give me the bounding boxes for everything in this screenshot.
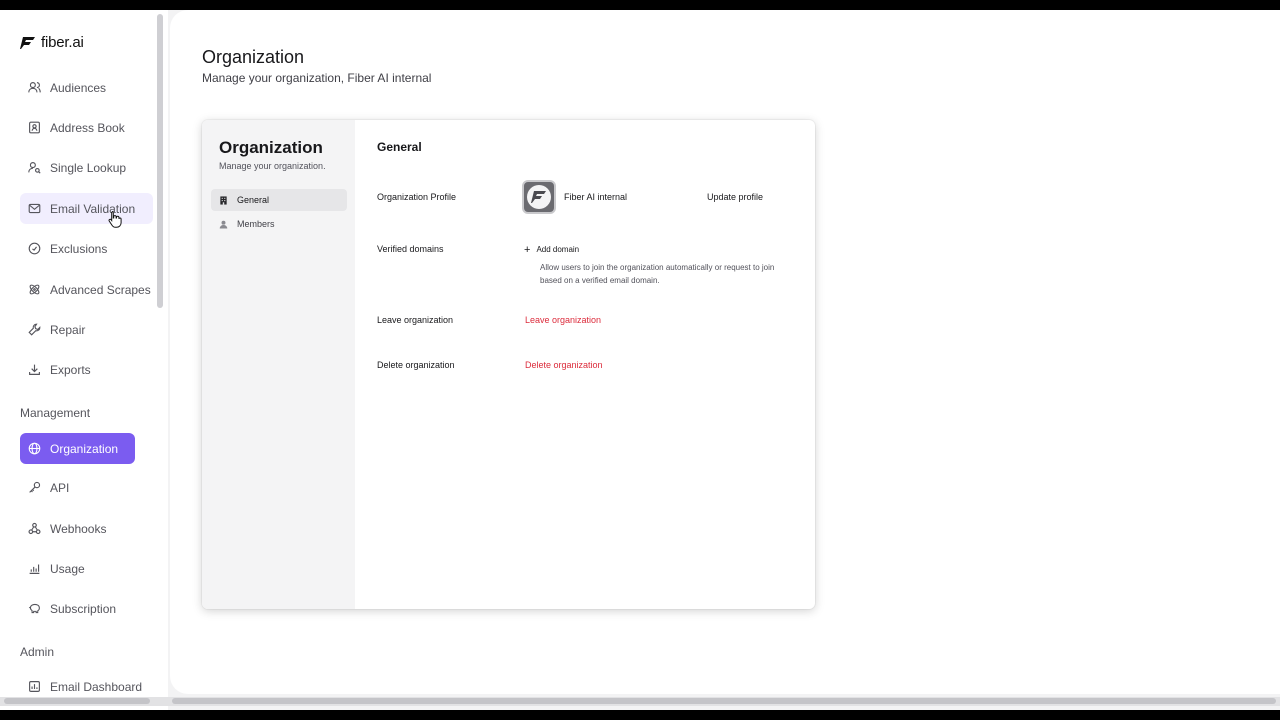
pointer-cursor-icon bbox=[108, 211, 122, 228]
domains-help-text: Allow users to join the organization aut… bbox=[540, 263, 775, 285]
sidebar-item-single-lookup[interactable]: Single Lookup bbox=[20, 152, 153, 183]
update-profile-button[interactable]: Update profile bbox=[707, 192, 763, 202]
sidebar-item-exclusions[interactable]: Exclusions bbox=[20, 233, 153, 264]
card-sidebar: Organization Manage your organization. G… bbox=[202, 120, 355, 609]
sidebar-item-label: API bbox=[50, 480, 70, 495]
sidebar-item-usage[interactable]: Usage bbox=[20, 553, 153, 584]
fiber-logo-icon bbox=[20, 36, 35, 49]
organization-card: Organization Manage your organization. G… bbox=[202, 120, 815, 609]
user-search-icon bbox=[28, 162, 41, 174]
card-main: General Organization Profile Fiber AI in… bbox=[355, 120, 815, 609]
wrench-icon bbox=[28, 323, 41, 336]
sidebar-item-organization[interactable]: Organization bbox=[20, 433, 135, 464]
sidebar-item-label: Repair bbox=[50, 322, 86, 337]
sidebar-item-api[interactable]: API bbox=[20, 472, 153, 503]
sidebar-item-label: Email Validation bbox=[50, 201, 136, 216]
sidebar-item-audiences[interactable]: Audiences bbox=[20, 72, 153, 103]
chart-icon bbox=[29, 564, 40, 574]
members-icon bbox=[219, 220, 228, 229]
circle-check-icon bbox=[28, 242, 41, 255]
download-icon bbox=[29, 364, 40, 375]
page-subtitle: Manage your organization, Fiber AI inter… bbox=[202, 71, 432, 85]
section-title: General bbox=[377, 140, 422, 154]
organization-profile-label: Organization Profile bbox=[377, 192, 457, 202]
card-title: Organization bbox=[219, 138, 323, 157]
sidebar-item-label: Address Book bbox=[50, 120, 125, 135]
sidebar-item-advanced-scrapes[interactable]: Advanced Scrapes bbox=[20, 274, 153, 305]
globe-icon bbox=[28, 442, 41, 455]
organization-name: Fiber AI internal bbox=[564, 192, 628, 202]
card-tab-label: General bbox=[237, 195, 270, 205]
card-tab-members[interactable]: Members bbox=[211, 213, 347, 235]
main-horizontal-scrollbar[interactable] bbox=[172, 698, 1276, 704]
add-domain-button[interactable]: + Add domain bbox=[524, 243, 580, 256]
atom-icon bbox=[29, 284, 40, 295]
page-title: Organization bbox=[202, 47, 305, 67]
leave-organization-label: Leave organization bbox=[377, 315, 454, 325]
section-label-management: Management bbox=[20, 406, 91, 420]
sidebar-item-label: Email Dashboard bbox=[50, 679, 143, 694]
fiber-logo-icon bbox=[527, 185, 551, 209]
key-icon bbox=[29, 481, 41, 493]
sidebar-item-address-book[interactable]: Address Book bbox=[20, 112, 153, 143]
sidebar-item-label: Usage bbox=[50, 561, 85, 576]
logo[interactable]: fiber.ai bbox=[20, 34, 84, 51]
card-tab-general[interactable]: General bbox=[211, 189, 347, 211]
dashboard-icon bbox=[29, 681, 40, 692]
section-label-admin: Admin bbox=[20, 645, 55, 659]
address-book-icon bbox=[29, 121, 40, 134]
leave-organization-button[interactable]: Leave organization bbox=[525, 315, 601, 325]
add-domain-label: Add domain bbox=[536, 245, 580, 254]
main-content: Organization Manage your organization, F… bbox=[170, 10, 1280, 694]
sidebar-item-label: Audiences bbox=[50, 80, 107, 95]
sidebar-item-label: Organization bbox=[50, 441, 119, 456]
sidebar-item-label: Single Lookup bbox=[50, 160, 127, 175]
piggy-bank-icon bbox=[28, 603, 40, 614]
plus-icon: + bbox=[524, 243, 531, 256]
sidebar-item-webhooks[interactable]: Webhooks bbox=[20, 513, 153, 544]
webhook-icon bbox=[28, 522, 41, 535]
horizontal-scrollbar-track bbox=[0, 697, 1280, 706]
sidebar-item-email-validation[interactable]: Email Validation bbox=[20, 193, 153, 224]
sidebar-item-subscription[interactable]: Subscription bbox=[20, 593, 153, 624]
delete-organization-button[interactable]: Delete organization bbox=[525, 360, 603, 370]
building-icon bbox=[220, 195, 227, 205]
card-subtitle: Manage your organization. bbox=[219, 161, 326, 171]
organization-avatar[interactable] bbox=[522, 180, 556, 214]
sidebar-item-label: Webhooks bbox=[50, 521, 107, 536]
sidebar-horizontal-scrollbar[interactable] bbox=[4, 698, 150, 704]
card-tab-label: Members bbox=[237, 219, 275, 229]
mail-icon bbox=[28, 203, 41, 214]
app-window: fiber.ai Audiences Address Book Single L… bbox=[0, 10, 1280, 710]
sidebar: fiber.ai Audiences Address Book Single L… bbox=[0, 10, 168, 710]
delete-organization-label: Delete organization bbox=[377, 360, 455, 370]
sidebar-item-label: Exports bbox=[50, 362, 91, 377]
sidebar-item-repair[interactable]: Repair bbox=[20, 314, 153, 345]
logo-text: fiber.ai bbox=[41, 34, 84, 51]
sidebar-item-label: Subscription bbox=[50, 601, 117, 616]
sidebar-scrollbar[interactable] bbox=[157, 14, 163, 308]
sidebar-item-label: Exclusions bbox=[50, 241, 108, 256]
sidebar-item-label: Advanced Scrapes bbox=[50, 282, 151, 297]
verified-domains-label: Verified domains bbox=[377, 244, 444, 254]
sidebar-item-exports[interactable]: Exports bbox=[20, 354, 153, 385]
users-icon bbox=[28, 82, 41, 93]
